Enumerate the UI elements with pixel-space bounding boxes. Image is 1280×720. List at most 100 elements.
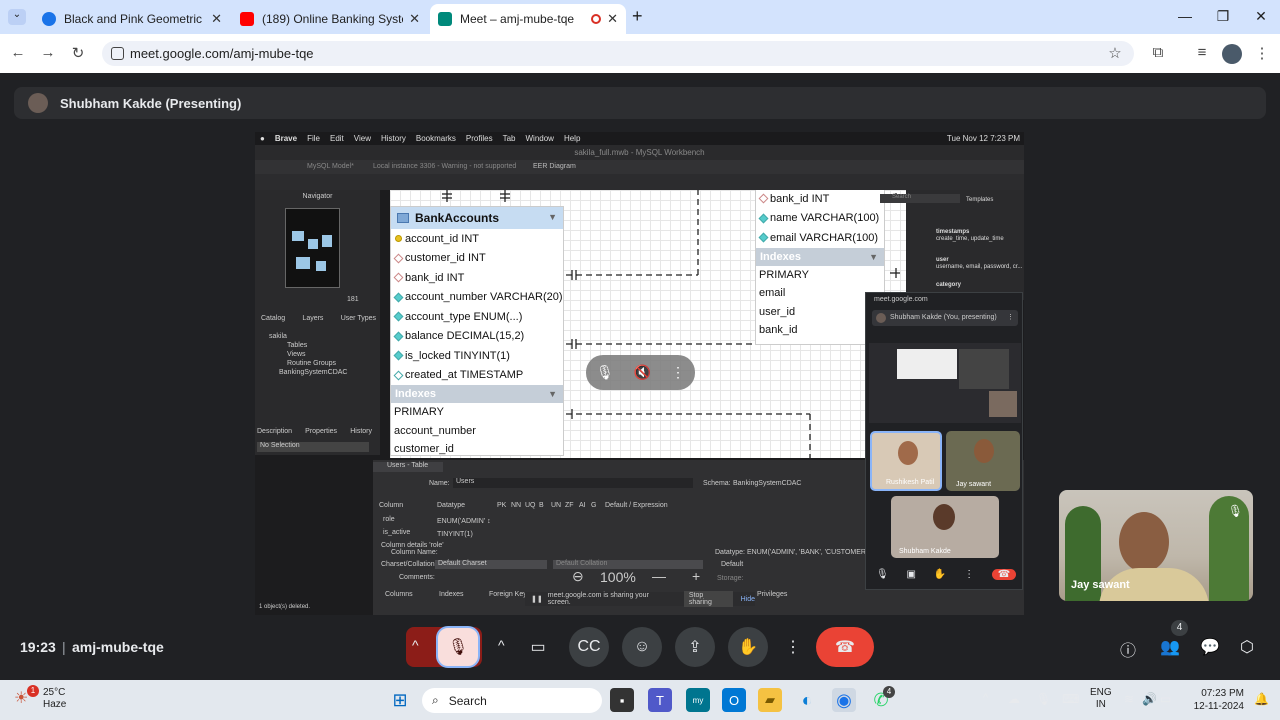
captions-button[interactable]: CC (569, 627, 609, 667)
new-tab-button[interactable]: + (632, 6, 643, 27)
chat-icon[interactable]: 💬 (1200, 637, 1220, 657)
notifications-bell-icon[interactable]: 🔔 (1254, 692, 1269, 706)
participant-tile[interactable]: Jay sawant (946, 431, 1020, 491)
template-timestamps[interactable]: timestamps create_time, update_time (936, 229, 1004, 243)
profile-avatar[interactable] (1222, 44, 1242, 64)
youtube-icon (240, 12, 254, 26)
self-view-window: meet.google.com Shubham Kakde (You, pres… (865, 292, 1023, 590)
address-bar[interactable]: meet.google.com/amj-mube-tqe (102, 41, 1134, 66)
chrome-icon[interactable]: ◉ (832, 688, 856, 712)
notification-badge: 1 (27, 685, 39, 697)
tab-canva[interactable]: Black and Pink Geometric Busin ✕ (34, 4, 230, 34)
windows-start-icon[interactable]: ⊞ (388, 688, 412, 712)
present-screen-icon: ⇪ (688, 639, 702, 656)
forward-icon[interactable]: → (38, 44, 58, 61)
file-explorer-icon[interactable]: ▰ (758, 688, 782, 712)
raise-hand-button[interactable]: ✋ (728, 627, 768, 667)
hide-button[interactable]: Hide (741, 596, 755, 603)
present-button[interactable]: ⇪ (675, 627, 715, 667)
templates-panel: Search Templates timestamps create_time,… (880, 190, 1024, 300)
leave-call-button[interactable]: ☎ (816, 627, 874, 667)
taskbar-clock[interactable]: 07:23 PM 12-11-2024 (1180, 687, 1244, 713)
menu-kebab-icon[interactable]: ⋮ (1252, 44, 1272, 62)
zoom-out-icon[interactable]: ⊖ (572, 568, 584, 585)
camera-button[interactable]: ▭ (518, 627, 558, 667)
avatar (28, 93, 48, 113)
mic-toggle-button[interactable]: 🎙 (436, 626, 480, 668)
language-indicator[interactable]: ENG IN (1090, 687, 1112, 711)
camera-icon[interactable]: ▣ (907, 569, 916, 580)
back-icon[interactable]: ← (8, 44, 28, 61)
participant-tile[interactable]: Shubham Kakde (891, 496, 999, 558)
speaker-off-icon[interactable]: 🔇 (634, 364, 651, 381)
self-view-header: Shubham Kakde (You, presenting) ⋮ (872, 310, 1018, 326)
close-icon[interactable]: ✕ (211, 11, 222, 27)
cloud-icon[interactable]: ☁ (1008, 692, 1020, 706)
more-options-icon[interactable]: ⋮ (671, 364, 685, 381)
mic-off-icon[interactable]: 🎙 (596, 364, 614, 381)
terminal-icon[interactable]: ▪ (610, 688, 634, 712)
more-options-icon: ⋮ (785, 639, 801, 656)
plus-icon[interactable]: + (692, 568, 700, 584)
tray-chevron-up-icon[interactable]: ^ (983, 692, 988, 704)
tab-youtube[interactable]: (189) Online Banking System Pr ✕ (232, 4, 428, 34)
bookmark-star-icon[interactable]: ☆ (1105, 44, 1125, 62)
mic-icon[interactable]: 🎙 (876, 569, 889, 580)
activities-icon[interactable]: ⬡ (1240, 637, 1254, 657)
hand-icon[interactable]: ✋ (934, 569, 946, 580)
catalog-tabs: Catalog Layers User Types (261, 315, 376, 322)
emoji-button[interactable]: ☺ (622, 627, 662, 667)
battery-icon[interactable]: ▭ (1160, 692, 1171, 706)
workbench-tabs: MySQL Model* Local instance 3306 - Warni… (255, 160, 1024, 174)
close-icon[interactable]: ✕ (409, 11, 420, 27)
hand-icon: ✋ (738, 639, 758, 656)
minimize-icon[interactable]: — (1176, 8, 1194, 24)
volume-icon[interactable]: 🔊 (1142, 692, 1157, 706)
site-info-icon[interactable] (111, 47, 124, 60)
extensions-icon[interactable]: ⧉ (1148, 44, 1168, 61)
mic-icon[interactable]: 🎙 (1036, 692, 1051, 706)
template-category[interactable]: category (936, 282, 961, 288)
reload-icon[interactable]: ↻ (68, 44, 88, 62)
mysql-icon[interactable]: my (686, 688, 710, 712)
edge-icon[interactable]: ◐ (795, 688, 819, 712)
browser-tab-bar: ⌄ Black and Pink Geometric Busin ✕ (189)… (0, 0, 1280, 34)
stop-sharing-button[interactable]: Stop sharing (683, 591, 733, 607)
media-icon[interactable]: ≡ (1192, 44, 1212, 61)
table-row[interactable]: is_active TINYINT(1) (383, 529, 473, 538)
participant-tile[interactable]: Rushikesh Patil (870, 431, 942, 491)
wifi-icon[interactable]: ≋ (1124, 692, 1134, 706)
info-icon[interactable]: ⓘ (1120, 637, 1136, 661)
pip-controls: 🎙 🔇 ⋮ (586, 355, 695, 390)
taskbar-search[interactable]: ⌕ Search (422, 688, 602, 713)
end-call-icon[interactable]: ☎ (991, 569, 1016, 580)
tab-meet[interactable]: Meet – amj-mube-tqe ✕ (430, 4, 626, 34)
keyboard-icon[interactable]: ⌨ (1062, 692, 1079, 706)
weather-widget[interactable]: 25°C Haze (43, 687, 66, 711)
teams-icon[interactable]: T (648, 688, 672, 712)
end-call-icon: ☎ (835, 639, 855, 656)
tab-search-button[interactable]: ⌄ (8, 9, 26, 25)
minus-icon[interactable]: — (652, 568, 666, 584)
presenter-bar: Shubham Kakde (Presenting) (14, 87, 1266, 119)
workbench-toolbar (255, 174, 1024, 190)
participant-tile-large[interactable]: 🎙 Jay sawant (1059, 490, 1253, 601)
captions-icon: CC (577, 638, 601, 655)
close-icon[interactable]: ✕ (607, 11, 618, 27)
chevron-up-icon[interactable]: ^ (412, 637, 419, 653)
workbench-title: sakila_full.mwb - MySQL Workbench (255, 145, 1024, 160)
more-options-icon[interactable]: ⋮ (1007, 310, 1014, 326)
people-icon[interactable]: 👥 (1160, 637, 1180, 657)
table-row[interactable]: role ENUM('ADMIN' ↕ (383, 516, 491, 525)
template-user[interactable]: user username, email, password, cr... (936, 257, 1022, 271)
mic-off-icon: 🎙 (447, 639, 469, 656)
window-close-icon[interactable]: ✕ (1252, 8, 1270, 25)
description-tabs: Description Properties History (257, 428, 372, 435)
emoji-icon: ☺ (633, 638, 651, 655)
more-options-icon[interactable]: ⋮ (964, 569, 974, 580)
mac-menu-bar: ● Brave File Edit View History Bookmarks… (255, 132, 1024, 145)
maximize-icon[interactable]: ❐ (1214, 8, 1232, 25)
more-options-button[interactable]: ⋮ (775, 627, 811, 667)
outlook-icon[interactable]: O (722, 688, 746, 712)
chevron-up-icon[interactable]: ^ (498, 637, 505, 653)
